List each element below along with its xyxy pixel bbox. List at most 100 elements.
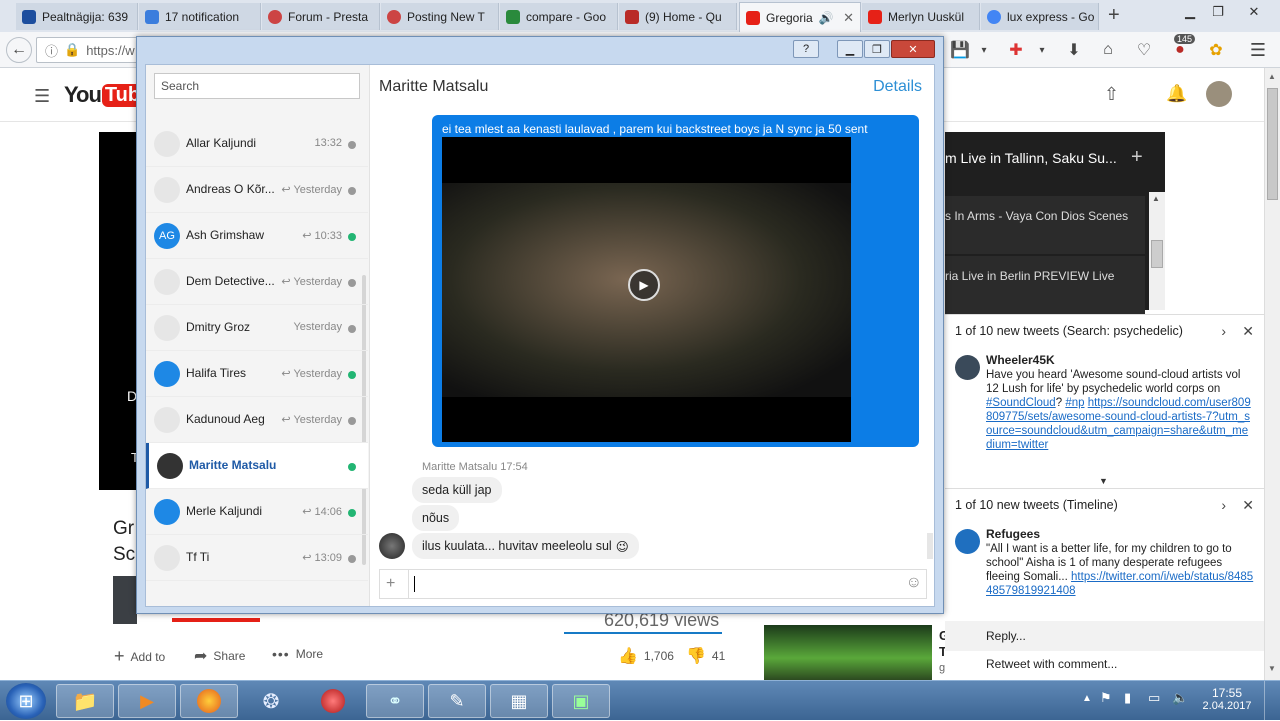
upload-icon[interactable]: ⇧ <box>1104 84 1119 105</box>
tab-merlyn[interactable]: Merlyn Uuskül <box>862 3 980 30</box>
pocket-icon[interactable]: ♡ <box>1132 38 1156 62</box>
video-preview[interactable]: ▶ <box>442 137 851 442</box>
tab-forum-presta[interactable]: Forum - Presta <box>262 3 380 30</box>
speaker-icon[interactable]: 🔊 <box>819 11 834 25</box>
tab-lux-express[interactable]: lux express - Go <box>981 3 1099 30</box>
add-attachment-icon[interactable]: + <box>386 575 395 593</box>
new-tab-button[interactable]: + <box>1108 4 1120 27</box>
notifications-bell-icon[interactable]: 🔔 <box>1166 84 1187 104</box>
editor-taskbar-button[interactable]: ✎ <box>428 684 486 718</box>
first-aid-icon[interactable]: ✚ <box>1004 38 1028 62</box>
scroll-thumb[interactable] <box>1151 240 1163 268</box>
power-icon[interactable]: ▮ <box>1124 690 1131 706</box>
close-button[interactable]: ✕ <box>891 40 935 58</box>
firefox-taskbar-button[interactable] <box>180 684 238 718</box>
emoji-picker-icon[interactable]: ☺ <box>906 574 922 592</box>
search-input[interactable]: Search <box>154 73 360 99</box>
details-link[interactable]: Details <box>873 78 922 96</box>
media-player-taskbar-button[interactable]: ▶ <box>118 684 176 718</box>
subscribe-button[interactable] <box>172 618 260 622</box>
back-button[interactable]: ← <box>6 37 32 63</box>
contact-row[interactable]: Dmitry Groz Yesterday <box>146 305 368 351</box>
like-button[interactable]: 👍 1,706 <box>618 646 674 666</box>
hashtag-link[interactable]: #SoundCloud <box>986 397 1056 409</box>
tab-quora-home[interactable]: (9) Home - Qu <box>619 3 737 30</box>
info-icon[interactable]: ⓘ <box>45 41 58 60</box>
close-icon[interactable]: ✕ <box>1242 323 1254 340</box>
close-icon[interactable]: ✕ <box>1242 497 1254 514</box>
action-center-icon[interactable]: ⚑ <box>1100 690 1112 706</box>
playlist-item[interactable]: s In Arms - Vaya Con Dios Scenes <box>945 196 1145 254</box>
contact-row[interactable]: AG Ash Grimshaw ↩ 10:33 <box>146 213 368 259</box>
account-avatar[interactable] <box>1206 81 1232 107</box>
contact-row[interactable]: Allar Kaljundi 13:32 <box>146 121 368 167</box>
terminal-taskbar-button[interactable]: ▣ <box>552 684 610 718</box>
tab-compare-google-drive[interactable]: compare - Goo <box>500 3 618 30</box>
network-app-taskbar-button[interactable]: ⚭ <box>366 684 424 718</box>
playlist-scrollbar[interactable]: ▲ <box>1149 192 1165 310</box>
help-button[interactable]: ? <box>793 40 819 58</box>
dropdown-arrow-icon[interactable]: ▾ <box>972 38 996 62</box>
save-icon[interactable]: 💾 <box>948 38 972 62</box>
explorer-taskbar-button[interactable]: 📁 <box>56 684 114 718</box>
network-icon[interactable]: ▭ <box>1148 690 1160 706</box>
close-tab-icon[interactable]: ✕ <box>839 10 854 26</box>
show-hidden-icons-icon[interactable]: ▲ <box>1082 693 1092 704</box>
playlist-title[interactable]: m Live in Tallinn, Saku Su... <box>945 150 1117 166</box>
hashtag-link[interactable]: #np <box>1065 397 1084 409</box>
contact-row[interactable]: Merle Kaljundi ↩ 14:06 <box>146 489 368 535</box>
message-input[interactable]: + ☺ <box>379 569 927 599</box>
page-scrollbar[interactable]: ▲ ▼ <box>1264 68 1280 680</box>
contact-row[interactable]: Kadunoud Aeg ↩ Yesterday <box>146 397 368 443</box>
close-window-button[interactable]: ✕ <box>1234 2 1274 22</box>
guide-menu-icon[interactable]: ☰ <box>34 86 50 107</box>
chat-scrollbar[interactable] <box>927 533 933 559</box>
share-button[interactable]: ➦ Share <box>194 646 245 666</box>
tab-posting-new[interactable]: Posting New T <box>381 3 499 30</box>
download-icon[interactable]: ⬇ <box>1062 38 1086 62</box>
dropdown-arrow-icon[interactable]: ▾ <box>1030 38 1054 62</box>
volume-icon[interactable]: 🔈 <box>1172 690 1188 706</box>
control-panel-taskbar-button[interactable]: ▦ <box>490 684 548 718</box>
sent-message-bubble[interactable]: ei tea mlest aa kenasti laulavad , parem… <box>432 115 919 447</box>
retweet-with-comment-option[interactable]: Retweet with comment... <box>986 657 1117 671</box>
contact-row[interactable]: Maritte Matsalu <box>146 443 368 489</box>
related-video-thumbnail[interactable] <box>764 625 932 680</box>
more-button[interactable]: ••• More <box>272 646 323 662</box>
messenger-taskbar-button[interactable]: ❂ <box>242 684 300 718</box>
clock[interactable]: 17:55 2.04.2017 <box>1200 686 1254 712</box>
tab-notifications[interactable]: 17 notification <box>139 3 261 30</box>
tweet[interactable]: Refugees "All I want is a better life, f… <box>945 521 1264 598</box>
app-taskbar-button[interactable] <box>304 684 362 718</box>
menu-hamburger-icon[interactable]: ☰ <box>1246 38 1270 62</box>
minimize-button[interactable]: ▁ <box>837 40 863 58</box>
tab-gregoria-active[interactable]: Gregoria 🔊 ✕ <box>739 2 861 32</box>
next-arrow-icon[interactable]: › <box>1221 323 1226 339</box>
contact-row[interactable]: Tf Ti ↩ 13:09 <box>146 535 368 581</box>
add-to-button[interactable]: + Add to <box>114 646 165 667</box>
extension-icon[interactable]: ● 145 <box>1168 34 1196 62</box>
playlist-item[interactable]: ria Live in Berlin PREVIEW Live <box>945 256 1145 314</box>
contact-row[interactable]: Halifa Tires ↩ Yesterday <box>146 351 368 397</box>
home-icon[interactable]: ⌂ <box>1096 38 1120 62</box>
start-button[interactable]: ⊞ <box>6 683 46 719</box>
next-arrow-icon[interactable]: › <box>1221 497 1226 513</box>
colorful-extension-icon[interactable]: ✿ <box>1204 38 1228 62</box>
scroll-thumb[interactable] <box>1267 88 1278 200</box>
dislike-button[interactable]: 👎 41 <box>686 646 725 666</box>
minimize-window-button[interactable]: ▁ <box>1176 2 1204 22</box>
play-icon[interactable]: ▶ <box>628 269 660 301</box>
reply-option[interactable]: Reply... <box>945 621 1264 651</box>
contact-row[interactable]: Andreas O Kõr... ↩ Yesterday <box>146 167 368 213</box>
tab-pealtnagija[interactable]: Pealtnägija: 639 <box>16 3 138 30</box>
tweet[interactable]: Wheeler45K Have you heard 'Awesome sound… <box>945 347 1264 452</box>
contact-row[interactable]: Dem Detective... ↩ Yesterday <box>146 259 368 305</box>
received-message[interactable]: ilus kuulata... huvitav meeleolu sul 😉 <box>412 533 639 559</box>
channel-thumbnail[interactable] <box>113 576 137 624</box>
received-message[interactable]: nõus <box>412 505 460 531</box>
expand-arrow-icon[interactable]: ▼ <box>1099 476 1108 486</box>
show-desktop-button[interactable] <box>1264 681 1280 721</box>
maximize-window-button[interactable]: ❐ <box>1204 2 1232 22</box>
add-playlist-icon[interactable]: + <box>1131 146 1143 169</box>
maximize-button[interactable]: ❐ <box>864 40 890 58</box>
